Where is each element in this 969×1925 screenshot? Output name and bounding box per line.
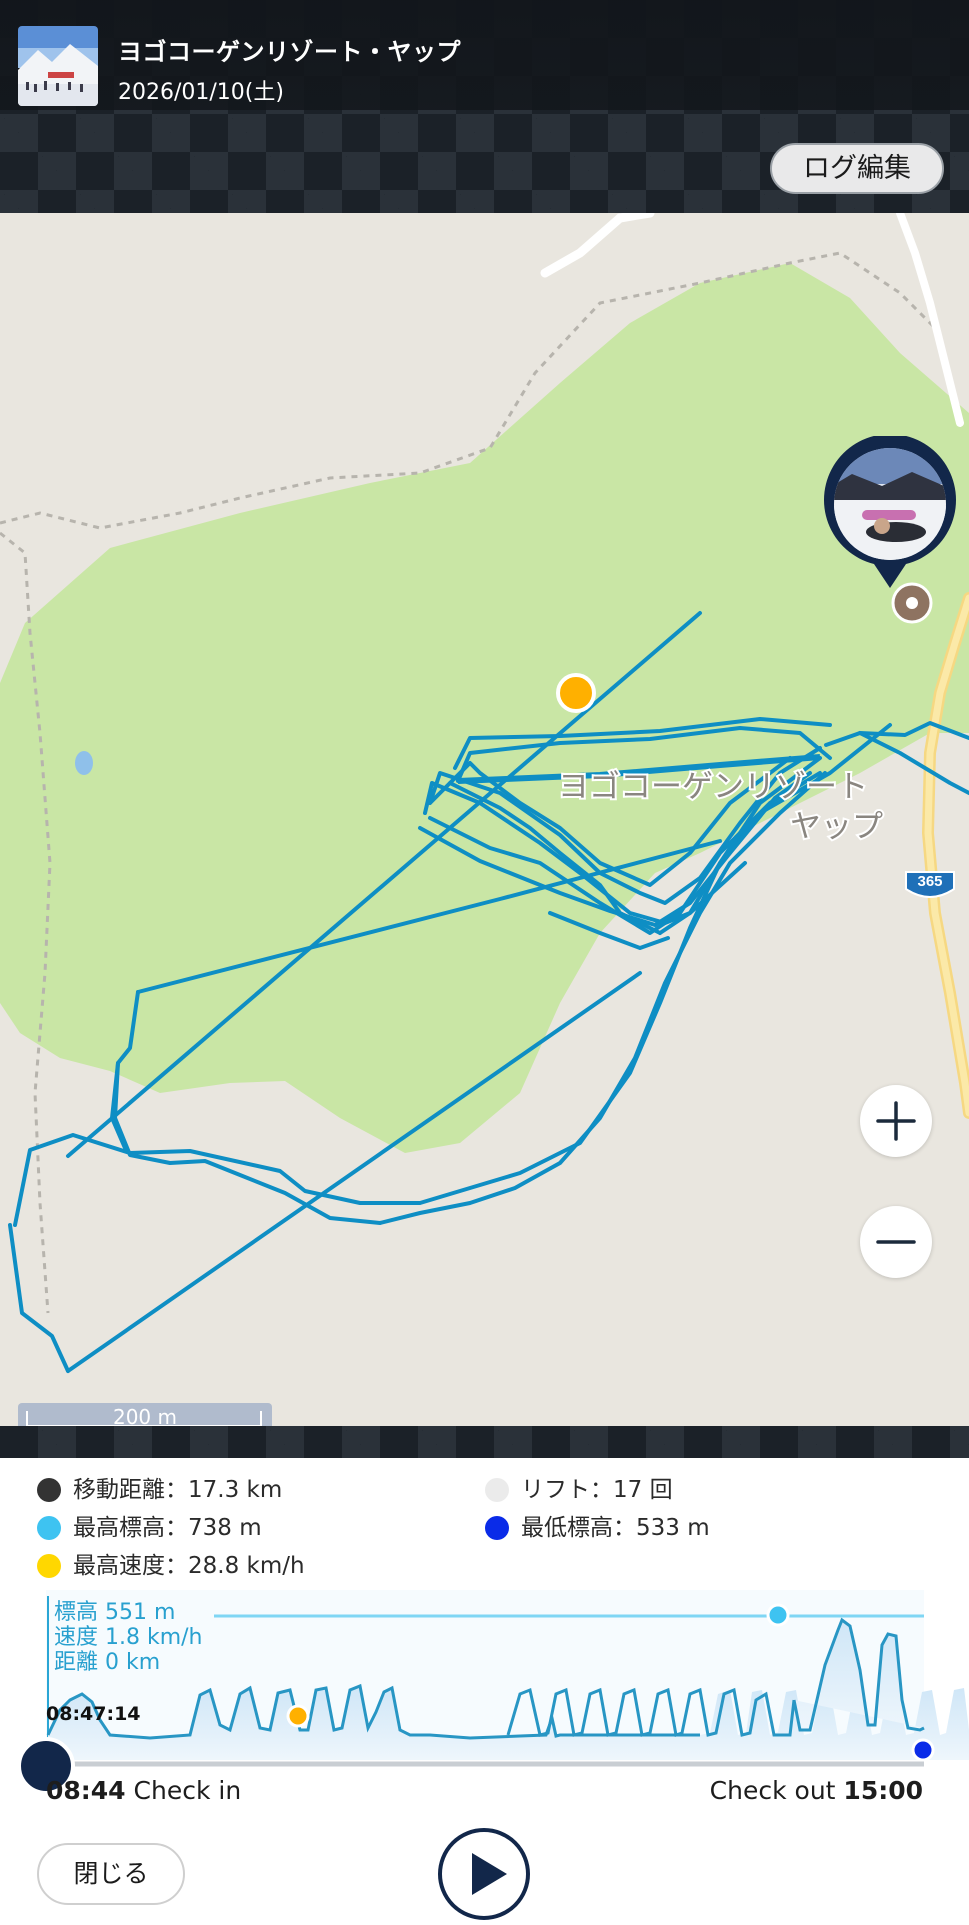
max-altitude-dot-icon (37, 1516, 61, 1540)
checkout-text: Check out (709, 1776, 836, 1805)
place-label: ヨゴコーゲンリゾート (558, 769, 868, 805)
minus-icon (876, 1240, 916, 1244)
plus-icon (876, 1101, 916, 1141)
current-position-marker (556, 673, 596, 713)
stat-distance: 移動距離：17.3 km (37, 1475, 457, 1505)
stat-lift: リフト：17 回 (485, 1475, 905, 1505)
scale-label: 200 m (112, 1405, 177, 1426)
min-altitude-marker (911, 1738, 935, 1762)
stat-min-altitude: 最低標高：533 m (485, 1513, 905, 1543)
checkout-label: Check out 15:00 (710, 1776, 923, 1805)
stat-max-speed: 最高速度：28.8 km/h (37, 1551, 457, 1581)
max-speed-dot-icon (37, 1554, 61, 1578)
checkin-time: 08:44 (46, 1776, 126, 1805)
forest-area (0, 263, 969, 1153)
min-altitude-dot-icon (485, 1516, 509, 1540)
readout-distance: 距離 0 km (54, 1650, 161, 1675)
resort-name: ヨゴコーゲンリゾート・ヤップ (118, 38, 461, 66)
readout-altitude: 標高 551 m (54, 1600, 176, 1625)
stat-distance-text: 移動距離：17.3 km (73, 1477, 283, 1503)
cursor-time: 08:47:14 (46, 1703, 141, 1725)
play-icon (438, 1828, 530, 1920)
scale-bar: 200 m (18, 1403, 272, 1426)
play-button[interactable] (437, 1827, 531, 1921)
checkin-text: Check in (133, 1776, 242, 1805)
readout-speed: 速度 1.8 km/h (54, 1625, 203, 1650)
checkin-label: 08:44 Check in (46, 1776, 241, 1805)
zoom-in-button[interactable] (860, 1085, 932, 1157)
svg-text:365: 365 (917, 873, 942, 890)
header-info: ヨゴコーゲンリゾート・ヤップ 2026/01/10(土) (0, 0, 969, 110)
pond (75, 751, 93, 775)
zoom-out-button[interactable] (860, 1206, 932, 1278)
place-label-2: ヤップ (790, 809, 883, 845)
max-speed-marker (286, 1704, 310, 1728)
max-altitude-marker (766, 1603, 790, 1627)
log-edit-button[interactable]: ログ編集 (770, 143, 944, 194)
header-bar: ヨゴコーゲンリゾート・ヤップ 2026/01/10(土) ログ編集 (0, 0, 969, 213)
stat-max-altitude: 最高標高：738 m (37, 1513, 457, 1543)
photo-pin[interactable] (822, 433, 958, 596)
stat-max-speed-text: 最高速度：28.8 km/h (73, 1553, 305, 1579)
road-white (540, 213, 655, 278)
track-map[interactable]: 365 ヨゴコーゲンリゾート ヤップ 200 m (0, 213, 969, 1426)
checkout-time: 15:00 (843, 1776, 923, 1805)
visit-date: 2026/01/10(土) (118, 80, 284, 105)
resort-thumbnail[interactable] (18, 26, 98, 106)
map-footer-strip (0, 1426, 969, 1458)
road-shield-365: 365 (905, 871, 955, 898)
distance-dot-icon (37, 1478, 61, 1502)
lift-dot-icon (485, 1478, 509, 1502)
close-button[interactable]: 閉じる (37, 1843, 185, 1905)
stat-min-altitude-text: 最低標高：533 m (521, 1515, 710, 1541)
stat-lift-text: リフト：17 回 (521, 1477, 673, 1503)
stat-max-altitude-text: 最高標高：738 m (73, 1515, 262, 1541)
